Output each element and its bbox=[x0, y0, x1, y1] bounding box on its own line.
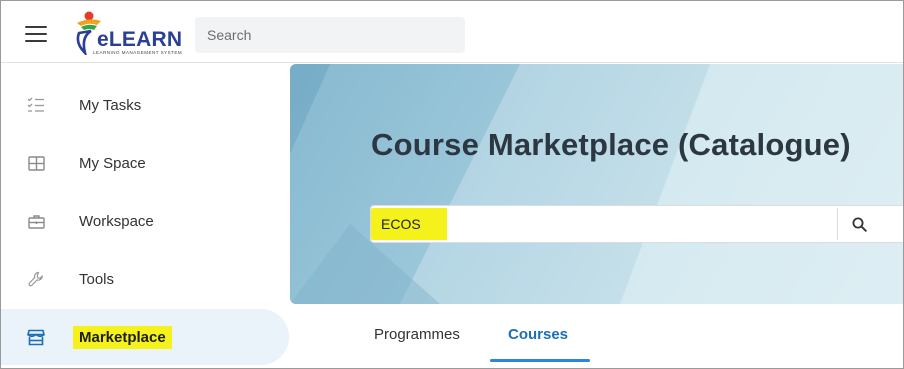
sidebar-item-label: My Tasks bbox=[79, 96, 142, 114]
top-bar: eLEARN LEARNING MANAGEMENT SYSTEM bbox=[1, 1, 903, 63]
sidebar-item-workspace[interactable]: Workspace bbox=[1, 193, 289, 249]
logo-text: eLEARN bbox=[97, 28, 183, 51]
logo-tagline: LEARNING MANAGEMENT SYSTEM bbox=[93, 50, 183, 55]
sidebar-item-marketplace[interactable]: Marketplace bbox=[1, 309, 289, 365]
briefcase-icon bbox=[26, 211, 46, 231]
search-button[interactable] bbox=[837, 208, 881, 240]
catalogue-search-input[interactable]: ECOS bbox=[371, 208, 447, 240]
sidebar-item-label: My Space bbox=[79, 154, 146, 172]
sidebar-item-my-tasks[interactable]: My Tasks bbox=[1, 77, 289, 133]
catalogue-search-field[interactable]: ECOS bbox=[370, 205, 903, 243]
tab-programmes[interactable]: Programmes bbox=[374, 326, 460, 343]
sidebar-item-tools[interactable]: Tools bbox=[1, 251, 289, 307]
catalogue-tabs: Programmes Courses bbox=[290, 304, 903, 368]
app-window: eLEARN LEARNING MANAGEMENT SYSTEM My Tas… bbox=[0, 0, 904, 369]
sidebar-item-my-space[interactable]: My Space bbox=[1, 135, 289, 191]
sidebar: My Tasks My Space Workspace Tools Market bbox=[1, 63, 289, 368]
sidebar-item-label: Workspace bbox=[79, 212, 154, 230]
page-title: Course Marketplace (Catalogue) bbox=[371, 127, 851, 162]
wrench-icon bbox=[26, 269, 46, 289]
sidebar-item-label: Tools bbox=[79, 270, 115, 288]
grid-icon bbox=[26, 153, 46, 173]
store-icon bbox=[26, 327, 46, 347]
elearn-logo[interactable]: eLEARN LEARNING MANAGEMENT SYSTEM bbox=[67, 9, 187, 57]
hero-background-pattern bbox=[290, 64, 903, 304]
active-tab-indicator bbox=[490, 359, 590, 362]
search-icon bbox=[852, 217, 867, 232]
hamburger-menu-icon[interactable] bbox=[25, 25, 47, 43]
hero-banner: Course Marketplace (Catalogue) ECOS bbox=[290, 64, 903, 304]
task-list-icon bbox=[26, 95, 46, 115]
tab-courses[interactable]: Courses bbox=[508, 326, 568, 343]
global-search-input[interactable] bbox=[195, 17, 465, 53]
sidebar-item-label: Marketplace bbox=[73, 325, 172, 349]
marketplace-label-highlight: Marketplace bbox=[73, 325, 172, 349]
